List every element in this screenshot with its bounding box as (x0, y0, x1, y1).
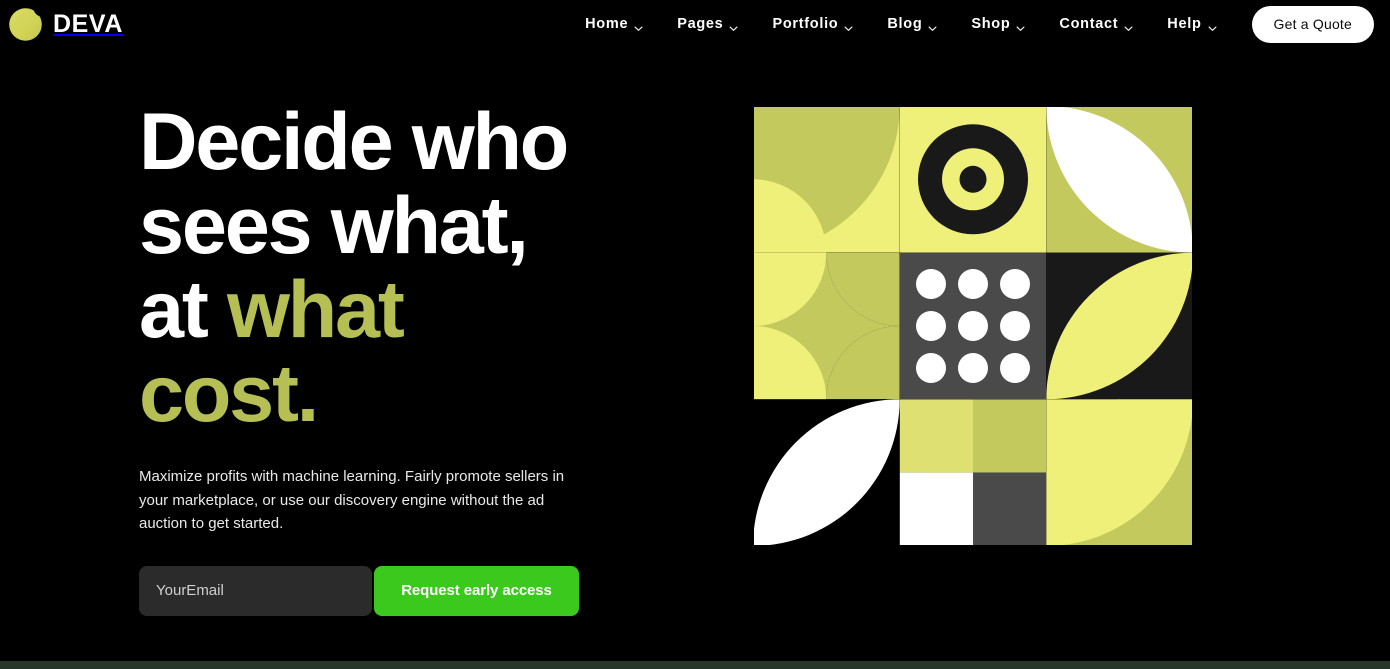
hero-section: Decide who sees what, at what cost. Maxi… (0, 48, 1390, 661)
page-title: Decide who sees what, at what cost. (139, 100, 699, 436)
nav-item-label: Contact (1059, 16, 1119, 32)
nav-item-blog[interactable]: Blog (870, 0, 954, 48)
chevron-down-icon (1124, 20, 1133, 31)
chevron-down-icon (1016, 20, 1025, 31)
main-navigation: Home Pages Portfolio Blog Shop Contact H… (568, 0, 1374, 48)
brand-logo-link[interactable]: DEVA (9, 7, 124, 41)
deva-circle-logo-icon (9, 7, 42, 41)
site-header: DEVA Home Pages Portfolio Blog Shop Cont… (0, 0, 1390, 48)
nav-item-label: Pages (677, 16, 724, 32)
chevron-down-icon (634, 20, 643, 31)
hero-title-line-2: sees what, (139, 181, 529, 271)
nav-item-label: Shop (971, 16, 1011, 32)
bottom-accent-strip (0, 661, 1390, 669)
chevron-down-icon (928, 20, 937, 31)
chevron-down-icon (844, 20, 853, 31)
hero-geometric-art (753, 106, 1193, 546)
nav-item-home[interactable]: Home (568, 0, 660, 48)
hero-title-line-4-accent: cost. (139, 349, 319, 439)
hero-title-line-1: Decide who (139, 97, 569, 187)
request-early-access-button[interactable]: Request early access (374, 565, 579, 616)
hero-title-line-3-plain: at (139, 265, 227, 355)
chevron-down-icon (1208, 20, 1217, 31)
hero-title-line-3-accent: what (226, 265, 405, 355)
brand-name: DEVA (53, 9, 124, 38)
nav-item-label: Blog (887, 16, 923, 32)
hero-subtitle: Maximize profits with machine learning. … (139, 468, 565, 532)
hero-copy: Decide who sees what, at what cost. Maxi… (139, 100, 699, 616)
early-access-form: Request early access (139, 565, 579, 616)
nav-item-shop[interactable]: Shop (954, 0, 1042, 48)
nav-item-label: Portfolio (772, 16, 839, 32)
nav-item-contact[interactable]: Contact (1042, 0, 1150, 48)
nav-item-help[interactable]: Help (1150, 0, 1233, 48)
nav-item-pages[interactable]: Pages (660, 0, 755, 48)
get-a-quote-button[interactable]: Get a Quote (1251, 5, 1374, 43)
email-input[interactable] (139, 565, 372, 616)
nav-item-label: Help (1167, 16, 1202, 32)
nav-item-label: Home (585, 16, 629, 32)
chevron-down-icon (729, 20, 738, 31)
nav-item-portfolio[interactable]: Portfolio (755, 0, 870, 48)
